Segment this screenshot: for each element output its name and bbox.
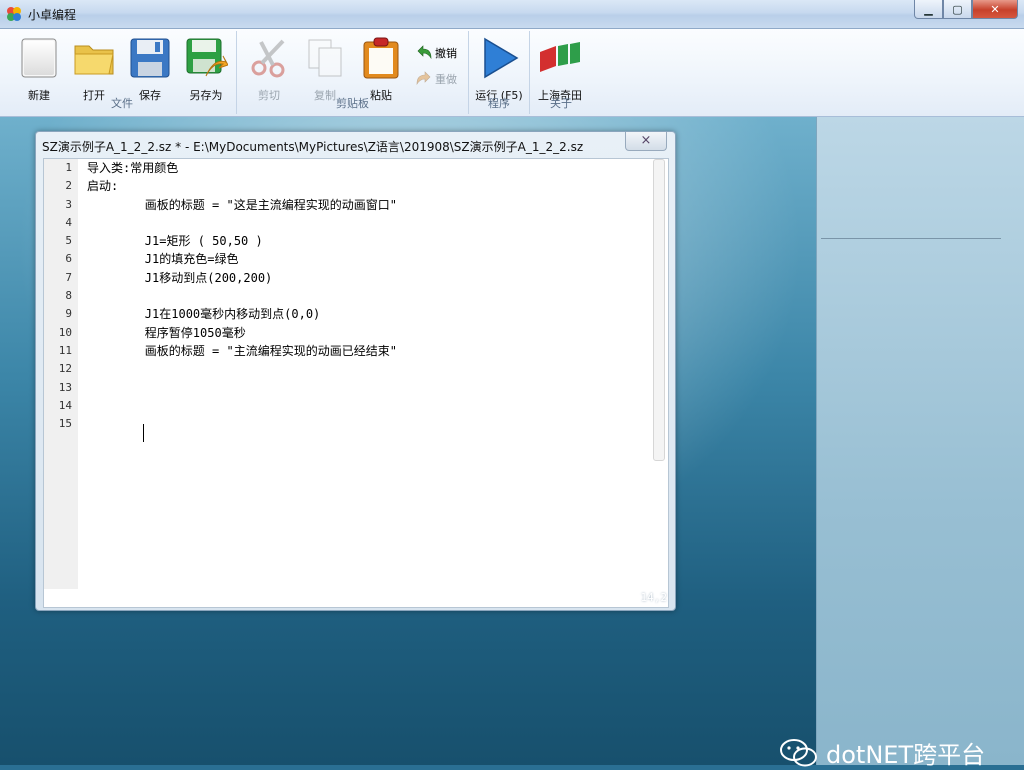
about-group-label: 关于	[550, 97, 572, 110]
line-number: 11	[58, 343, 72, 357]
undo-label: 撤销	[435, 47, 457, 60]
window-controls: ▁ ▢ ✕	[914, 0, 1018, 19]
clipboard-group-label: 剪贴板	[336, 97, 369, 110]
line-number: 9	[65, 307, 72, 321]
code-line[interactable]: 启动:	[87, 177, 647, 195]
floppy-disk-icon	[130, 38, 170, 78]
code-line[interactable]: J1移动到点(200,200)	[87, 269, 647, 287]
redo-arrow-icon	[416, 71, 431, 86]
line-number: 4	[65, 215, 72, 229]
code-line[interactable]	[87, 397, 647, 415]
code-line[interactable]	[87, 415, 647, 433]
line-number: 5	[65, 234, 72, 248]
line-number: 2	[65, 179, 72, 193]
redo-button[interactable]: 重做	[415, 69, 457, 89]
save-button[interactable]: 保存	[126, 36, 174, 103]
line-number: 12	[58, 362, 72, 376]
paste-button[interactable]: 粘贴	[357, 36, 405, 103]
wechat-icon	[780, 738, 817, 766]
undo-button[interactable]: 撤销	[415, 43, 457, 63]
code-line[interactable]: 程序暂停1050毫秒	[87, 324, 647, 342]
maximize-button[interactable]: ▢	[943, 0, 972, 19]
code-line[interactable]	[87, 287, 647, 305]
editor-window[interactable]: SZ演示例子A_1_2_2.sz * - E:\MyDocuments\MyPi…	[35, 131, 676, 611]
window-title: 小卓编程	[28, 8, 77, 22]
editor-close-button[interactable]: ×	[625, 132, 667, 151]
line-number: 8	[65, 289, 72, 303]
undo-arrow-icon	[417, 45, 432, 60]
line-number: 3	[65, 197, 72, 211]
save-as-icon	[186, 38, 229, 77]
line-number: 6	[65, 252, 72, 266]
ribbon-toolbar: 新建 打开 保存 另存为 文件 剪切 复制 粘贴 撤销 重做 剪贴板 运行 (F…	[0, 29, 1024, 117]
cut-button[interactable]: 剪切	[245, 36, 293, 103]
text-caret	[143, 424, 144, 442]
about-brand-button[interactable]: 上海奇田	[536, 36, 584, 103]
about-group: 上海奇田 关于	[530, 31, 592, 114]
vertical-scrollbar[interactable]	[653, 159, 665, 461]
file-group: 新建 打开 保存 另存为 文件	[8, 31, 237, 114]
program-group: 运行 (F5) 程序	[469, 31, 530, 114]
editor-window-title: SZ演示例子A_1_2_2.sz * - E:\MyDocuments\MyPi…	[42, 140, 584, 154]
side-panel	[816, 117, 1024, 765]
save-as-button[interactable]: 另存为	[182, 36, 230, 103]
code-line[interactable]	[87, 214, 647, 232]
code-line[interactable]: J1在1000毫秒内移动到点(0,0)	[87, 305, 647, 323]
code-line[interactable]: 画板的标题 = "这是主流编程实现的动画窗口"	[87, 196, 647, 214]
line-number: 1	[65, 161, 72, 174]
app-icon	[7, 7, 21, 21]
folder-icon	[74, 45, 114, 75]
line-number: 15	[58, 417, 72, 431]
file-group-label: 文件	[111, 97, 133, 110]
clipboard-icon	[363, 37, 399, 79]
close-button[interactable]: ✕	[972, 0, 1018, 19]
line-number: 13	[58, 380, 72, 394]
new-file-icon	[21, 38, 57, 78]
line-number: 14	[58, 398, 72, 412]
open-button[interactable]: 打开	[70, 36, 118, 103]
code-line[interactable]: 导入类:常用颜色	[87, 159, 647, 177]
title-bar[interactable]: 小卓编程 ▁ ▢ ✕	[0, 0, 1024, 29]
code-line[interactable]: J1=矩形 ( 50,50 )	[87, 232, 647, 250]
side-panel-divider	[821, 238, 1001, 239]
program-group-label: 程序	[488, 97, 510, 110]
code-line[interactable]: 画板的标题 = "主流编程实现的动画已经结束"	[87, 342, 647, 360]
minimize-button[interactable]: ▁	[914, 0, 943, 19]
new-button[interactable]: 新建	[15, 36, 63, 103]
copy-button[interactable]: 复制	[301, 36, 349, 103]
line-number: 10	[58, 325, 72, 339]
cursor-position: 14,2	[640, 591, 668, 604]
code-area[interactable]: 导入类:常用颜色 启动: 画板的标题 = "这是主流编程实现的动画窗口" J1=矩…	[87, 159, 647, 433]
play-icon	[484, 37, 519, 79]
brand-logo-icon	[540, 42, 580, 72]
clipboard-group: 剪切 复制 粘贴 撤销 重做 剪贴板	[237, 31, 469, 114]
line-number-gutter: 1 2 3 4 5 6 7 8 9 10 11 12 13 14 15	[44, 159, 78, 589]
code-line[interactable]: J1的填充色=绿色	[87, 250, 647, 268]
redo-label: 重做	[435, 73, 457, 86]
code-editor[interactable]: 1 2 3 4 5 6 7 8 9 10 11 12 13 14 15 导入类:常用颜色 启动: 画板的标题 …	[43, 158, 669, 608]
line-number: 7	[65, 270, 72, 284]
scissors-icon	[251, 39, 285, 78]
run-button[interactable]: 运行 (F5)	[475, 36, 523, 103]
code-line[interactable]	[87, 379, 647, 397]
code-line[interactable]	[87, 360, 647, 378]
copy-icon	[308, 39, 342, 77]
